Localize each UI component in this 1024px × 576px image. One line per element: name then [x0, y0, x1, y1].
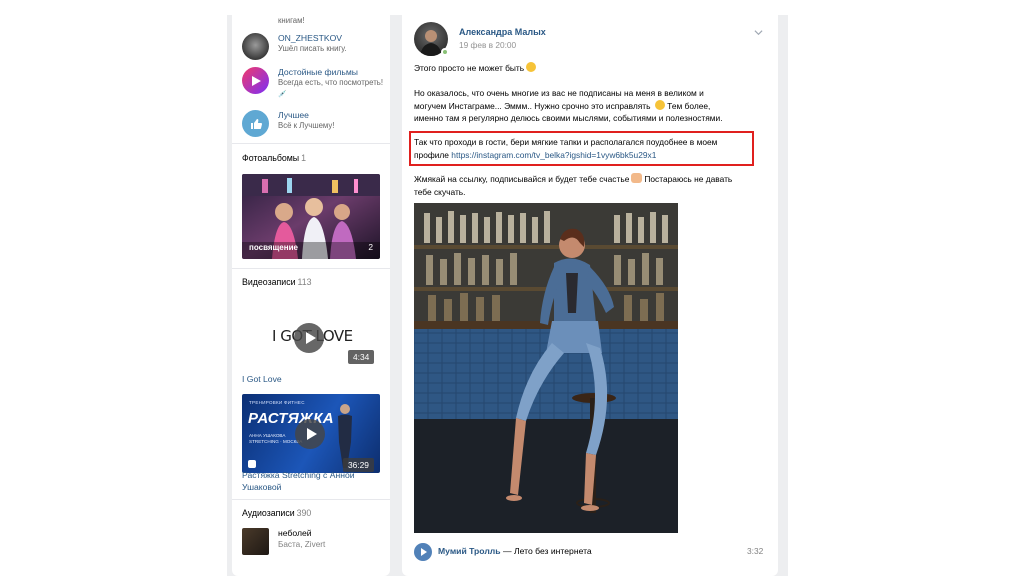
play-icon[interactable] [295, 419, 325, 449]
profile-left-column: книгам! ON_ZHESTKOV Ушёл писать книгу. Д… [232, 15, 390, 576]
group-item-films[interactable]: Достойные фильмы Всегда есть, что посмот… [242, 67, 388, 100]
post-audio-duration: 3:32 [747, 546, 764, 556]
album-photo-count: 2 [368, 242, 373, 252]
audio-track[interactable]: неболей Баста, Zivert [242, 528, 325, 555]
group-name[interactable]: Лучшее [278, 110, 388, 121]
post-date[interactable]: 19 фев в 20:00 [459, 40, 516, 50]
group-sub: Всегда есть, что посмотреть!💉 [278, 78, 383, 98]
post-audio-title[interactable]: Лето без интернета [514, 546, 592, 556]
photo-album-thumbnail[interactable]: посвящение 2 [242, 174, 380, 259]
group-avatar [242, 33, 269, 60]
audio-header[interactable]: Аудиозаписи 390 [242, 508, 311, 518]
play-icon[interactable] [294, 323, 324, 353]
post-author[interactable]: Александра Малых [459, 27, 546, 37]
audio-track-title: неболей [278, 528, 312, 538]
online-status-dot [441, 48, 449, 56]
group-item-on-zhestkov[interactable]: ON_ZHESTKOV Ушёл писать книгу. [242, 33, 388, 60]
post-audio-artist[interactable]: Мумий Тролль [438, 546, 501, 556]
audio-track-artist: Баста, Zivert [278, 540, 326, 549]
album-label: посвящение [249, 243, 298, 252]
group-sub: книгам! [278, 16, 305, 25]
group-item-best[interactable]: Лучшее Всё к Лучшему! [242, 110, 388, 137]
group-name[interactable]: Достойные фильмы [278, 67, 388, 78]
post-text-line: Этого просто не может быть [414, 62, 769, 75]
post-paragraph: Но оказалось, что очень многие из вас не… [414, 88, 723, 124]
thumbs-up-icon [242, 110, 269, 137]
post-photo[interactable] [414, 203, 678, 533]
instagram-link[interactable]: https://instagram.com/tv_belka?igshid=1v… [451, 150, 656, 160]
video-title[interactable]: Растяжка Stretching с Анной Ушаковой [242, 470, 380, 493]
post-paragraph-highlighted: Так что проходи в гости, бери мягкие тап… [414, 137, 718, 160]
group-sub: Ушёл писать книгу. [278, 44, 347, 53]
wall-post: Александра Малых 19 фев в 20:00 Этого пр… [402, 15, 778, 576]
syringe-icon: 💉 [278, 90, 287, 98]
videos-header[interactable]: Видеозаписи 113 [242, 277, 312, 287]
smiling-face-emoji-icon [526, 62, 537, 72]
divider [232, 143, 390, 144]
video-thumbnail-i-got-love[interactable]: I GOT LOVE 4:34 [242, 309, 380, 368]
vk-logo-icon [248, 460, 256, 468]
play-logo-icon [242, 67, 269, 94]
divider [232, 268, 390, 269]
divider [232, 499, 390, 500]
audio-cover [242, 528, 269, 555]
audio-play-button[interactable] [414, 543, 432, 561]
group-name[interactable]: ON_ZHESTKOV [278, 33, 388, 44]
post-paragraph: Жмякай на ссылку, подписывайся и будет т… [414, 173, 733, 197]
post-audio-separator: — [503, 546, 512, 556]
smirk-emoji-icon [654, 99, 665, 110]
chevron-down-icon[interactable] [754, 28, 763, 37]
group-sub: Всё к Лучшему! [278, 121, 335, 130]
video-title[interactable]: I Got Love [242, 374, 380, 386]
photo-albums-header[interactable]: Фотоальбомы 1 [242, 153, 306, 163]
video-thumbnail-stretching[interactable]: ТРЕНИРОВКИ ФИТНЕС РАСТЯЖКА АННА УШАКОВА S… [242, 394, 380, 473]
thumbs-up-emoji-icon [631, 173, 643, 183]
video-thumb-tag: ТРЕНИРОВКИ ФИТНЕС [249, 400, 305, 405]
video-duration: 4:34 [348, 350, 375, 364]
